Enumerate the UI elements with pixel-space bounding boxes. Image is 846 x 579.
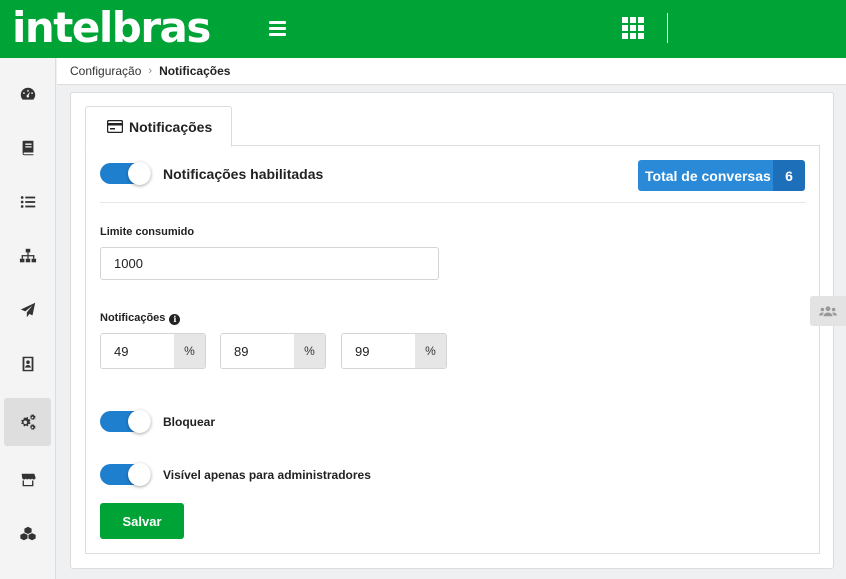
threshold-1-input[interactable] [101,334,174,368]
admins-only-toggle[interactable] [100,463,151,486]
chevron-right-icon: › [148,65,153,77]
percent-addon: % [294,334,325,368]
brand-logo[interactable]: intelbras [12,4,211,52]
threshold-2-group: % [220,333,326,369]
percent-addon: % [174,334,205,368]
sidebar-item-sitemap[interactable] [4,232,51,280]
tab-label: Notificações [129,118,213,135]
info-icon[interactable]: i [169,314,181,325]
dashboard-icon [20,87,35,100]
divider [100,202,806,203]
limit-label: Limite consumido [100,226,195,238]
save-button[interactable]: Salvar [100,503,184,539]
users-icon [819,306,837,317]
sidebar [0,58,56,579]
hamburger-icon[interactable] [269,21,286,36]
cubes-icon [19,526,36,541]
limit-input[interactable] [100,247,439,280]
thresholds-label: Notificações i [100,312,181,325]
topbar-divider [667,13,668,43]
book-icon [22,140,33,156]
card-icon [107,120,123,133]
breadcrumb-parent[interactable]: Configuração [70,64,141,78]
threshold-3-input[interactable] [342,334,415,368]
notifications-enabled-toggle[interactable] [100,162,151,185]
threshold-1-group: % [100,333,206,369]
paper-plane-icon [20,302,35,318]
sidebar-item-store[interactable] [4,456,51,504]
block-label: Bloquear [163,415,216,429]
sidebar-item-settings[interactable] [4,398,51,446]
total-conversations-count: 6 [773,160,805,191]
sidebar-item-dashboard[interactable] [4,70,51,118]
sidebar-item-contacts[interactable] [4,340,51,388]
total-conversations-badge: Total de conversas 6 [638,160,805,191]
users-panel-tab[interactable] [810,296,846,326]
threshold-3-group: % [341,333,447,369]
cogs-icon [20,414,36,430]
thresholds-label-text: Notificações [100,312,166,324]
tab-notifications[interactable]: Notificações [85,106,232,147]
grid-apps-icon[interactable] [622,17,644,39]
sidebar-item-list[interactable] [4,178,51,226]
breadcrumb: Configuração › Notificações [57,58,846,85]
total-conversations-label: Total de conversas [638,160,773,191]
list-icon [20,196,35,208]
contacts-icon [22,356,33,372]
store-icon [21,473,36,487]
sidebar-item-book[interactable] [4,124,51,172]
sidebar-item-cubes[interactable] [4,510,51,558]
breadcrumb-current: Notificações [159,64,231,78]
notifications-enabled-label: Notificações habilitadas [163,166,324,182]
sitemap-icon [19,248,36,263]
top-bar: intelbras [0,0,846,58]
block-toggle[interactable] [100,410,151,433]
threshold-2-input[interactable] [221,334,294,368]
admins-only-label: Visível apenas para administradores [163,468,371,482]
percent-addon: % [415,334,446,368]
sidebar-item-send[interactable] [4,286,51,334]
